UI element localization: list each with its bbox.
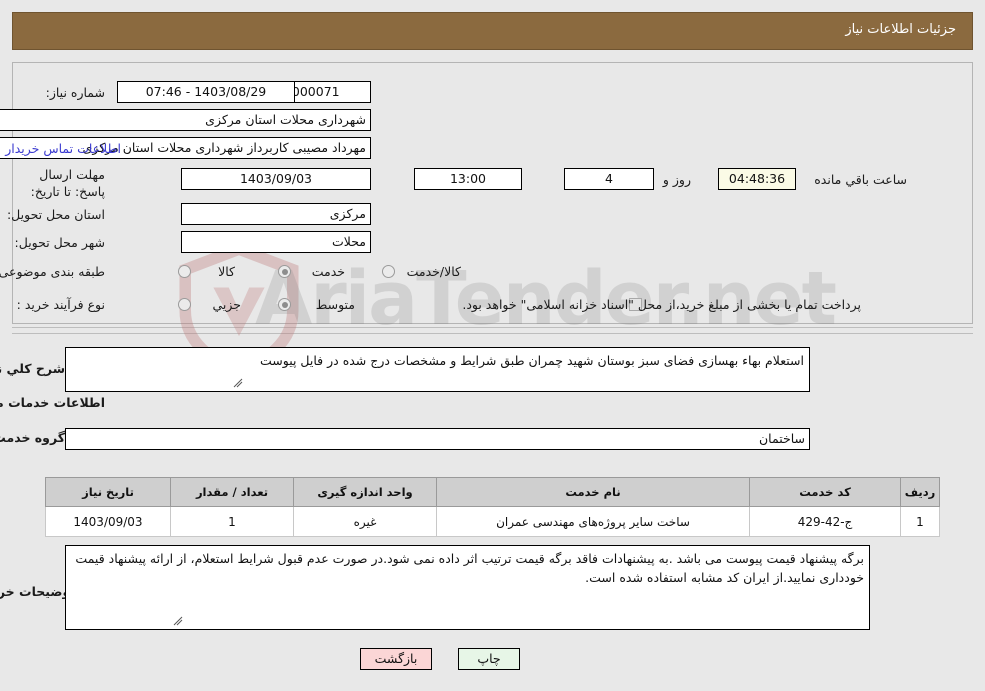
divider-top	[12, 327, 973, 328]
announce-datetime-field[interactable]: 1403/08/29 - 07:46	[117, 81, 295, 103]
resize-grip-icon[interactable]	[233, 378, 243, 388]
deadline-date-field[interactable]: 1403/09/03	[181, 168, 371, 190]
category-label: طبقه بندی موضوعی:	[0, 264, 105, 279]
radio-process-minor[interactable]	[178, 298, 191, 311]
service-group-label: گروه خدمت:	[0, 430, 65, 445]
radio-category-service[interactable]	[278, 265, 291, 278]
days-remaining-field[interactable]: 4	[564, 168, 654, 190]
col-row: ردیف	[900, 477, 940, 507]
province-field[interactable]: مرکزی	[181, 203, 371, 225]
page-root: AriaTender.net جزئیات اطلاعات نیاز شماره…	[0, 0, 985, 691]
radio-category-goods-service-label: کالا/خدمت	[406, 264, 461, 279]
col-code: کد خدمت	[749, 477, 901, 507]
islamic-treasury-note: پرداخت تمام یا بخشی از مبلغ خرید،از محل …	[462, 297, 861, 312]
page-title: جزئیات اطلاعات نیاز	[845, 22, 956, 37]
cell-row: 1	[900, 506, 940, 537]
cell-code: ج-42-429	[749, 506, 901, 537]
service-group-field[interactable]: ساختمان	[65, 428, 810, 450]
buyer-notes-textarea[interactable]: برگه پیشنهاد قیمت پیوست می باشد .به پیشن…	[65, 545, 870, 630]
col-qty: تعداد / مقدار	[170, 477, 294, 507]
province-label: استان محل تحویل:	[6, 207, 105, 222]
radio-category-goods-label: کالا	[218, 264, 235, 279]
hour-field[interactable]: 13:00	[414, 168, 522, 190]
radio-category-goods[interactable]	[178, 265, 191, 278]
city-label: شهر محل تحویل:	[14, 235, 105, 250]
countdown-field[interactable]: 04:48:36	[718, 168, 796, 190]
cell-unit: غیره	[293, 506, 437, 537]
buyer-org-field[interactable]: شهرداری محلات استان مرکزی	[0, 109, 371, 131]
need-description-label: شرح کلي نیاز:	[0, 361, 65, 376]
city-field[interactable]: محلات	[181, 231, 371, 253]
buyer-contact-link[interactable]: اطلاعات تماس خریدار	[5, 141, 121, 156]
need-description-textarea[interactable]: استعلام بهاء بهسازی فضای سبز بوستان شهید…	[65, 347, 810, 392]
buyer-notes-label: توضیحات خریدار:	[0, 584, 75, 599]
days-suffix-label: روز و	[662, 172, 691, 187]
cell-qty: 1	[170, 506, 294, 537]
services-section-title: اطلاعات خدمات مورد نیاز	[0, 395, 105, 410]
process-label: نوع فرآیند خرید :	[16, 297, 105, 312]
remaining-suffix-label: ساعت باقي مانده	[814, 172, 907, 187]
radio-process-minor-label: جزیي	[212, 297, 241, 312]
services-table: ردیف کد خدمت نام خدمت واحد اندازه گیری ت…	[45, 477, 940, 537]
radio-process-medium[interactable]	[278, 298, 291, 311]
radio-process-medium-label: متوسط	[315, 297, 355, 312]
col-date: تاریخ نیاز	[45, 477, 171, 507]
print-button[interactable]: چاپ	[458, 648, 520, 670]
resize-grip-icon[interactable]	[173, 616, 183, 626]
table-row[interactable]: 1 ج-42-429 ساخت سایر پروژه‌های مهندسی عم…	[45, 506, 940, 537]
radio-category-goods-service[interactable]	[382, 265, 395, 278]
cell-name: ساخت سایر پروژه‌های مهندسی عمران	[436, 506, 750, 537]
back-button[interactable]: بازگشت	[360, 648, 432, 670]
header-bar: جزئیات اطلاعات نیاز	[12, 12, 973, 50]
divider-bottom	[12, 333, 973, 334]
table-header-row: ردیف کد خدمت نام خدمت واحد اندازه گیری ت…	[45, 477, 940, 507]
need-number-label: شماره نیاز:	[45, 85, 105, 100]
deadline-label: مهلت ارسال پاسخ: تا تاریخ:	[30, 167, 105, 199]
col-name: نام خدمت	[436, 477, 750, 507]
radio-category-service-label: خدمت	[311, 264, 345, 279]
col-unit: واحد اندازه گیری	[293, 477, 437, 507]
cell-date: 1403/09/03	[45, 506, 171, 537]
